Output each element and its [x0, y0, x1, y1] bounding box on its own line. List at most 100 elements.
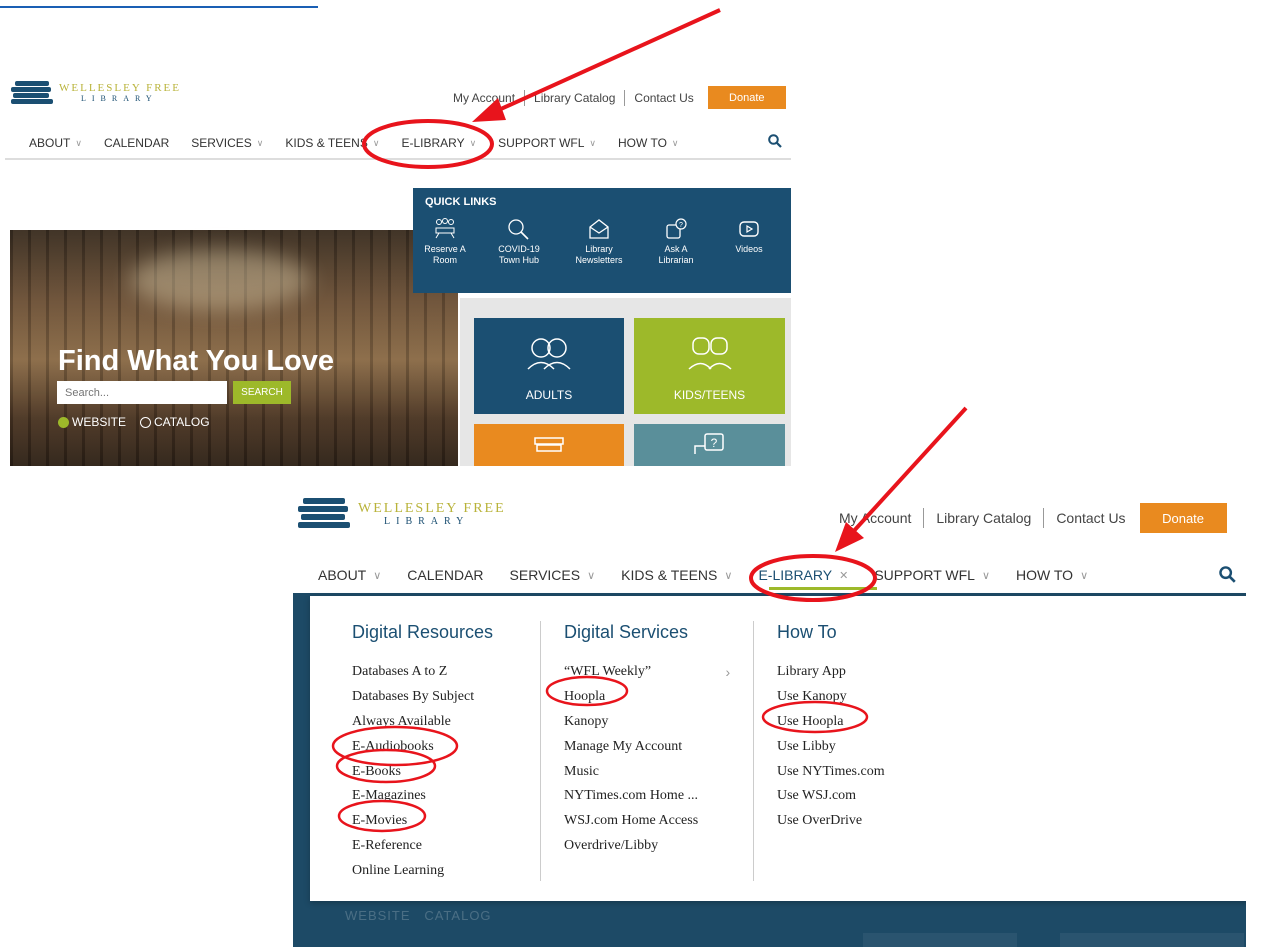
chevron-down-icon: ∨	[372, 137, 380, 148]
my-account-link[interactable]: My Account	[453, 91, 515, 105]
library-catalog-link[interactable]: Library Catalog	[936, 510, 1031, 526]
menu-item[interactable]: Use Libby	[777, 734, 885, 759]
menu-item[interactable]: Music	[564, 759, 698, 784]
hero-search-input[interactable]	[57, 381, 227, 404]
menu-item[interactable]: Use Hoopla	[777, 710, 885, 735]
book-stack-icon	[298, 498, 350, 532]
column-how-to: How To Library App Use Kanopy Use Hoopla…	[777, 596, 977, 901]
nav-kids-teens[interactable]: KIDS & TEENS ∨	[285, 136, 379, 150]
menu-item[interactable]: Online Learning	[352, 858, 474, 883]
nav-services[interactable]: SERVICES ∨	[510, 567, 596, 583]
chevron-down-icon: ∨	[671, 137, 679, 148]
menu-item[interactable]: Use NYTimes.com	[777, 759, 885, 784]
menu-item[interactable]: Use Kanopy	[777, 685, 885, 710]
nav-calendar[interactable]: CALENDAR	[407, 567, 483, 583]
hero-title: Find What You Love	[58, 345, 335, 377]
ql-line2: Librarian	[658, 255, 694, 266]
column-digital-services: Digital Services “WFL Weekly” › Hoopla Ka…	[564, 596, 744, 901]
ql-line1: Ask A	[664, 244, 688, 254]
column-heading: How To	[777, 622, 837, 642]
donate-button[interactable]: Donate	[1139, 503, 1227, 533]
logo-line2: LIBRARY	[81, 93, 158, 103]
nav-e-library[interactable]: E-LIBRARY ✕	[758, 567, 848, 583]
menu-item[interactable]: E-Books	[352, 759, 474, 784]
envelope-icon	[589, 219, 609, 239]
nav-about[interactable]: ABOUT ∨	[29, 136, 82, 150]
menu-item[interactable]: Use OverDrive	[777, 809, 885, 834]
main-nav: ABOUT ∨ CALENDAR SERVICES ∨ KIDS & TEENS ∨ …	[29, 136, 701, 150]
quick-link-reserve-room[interactable]: Reserve A Room	[415, 218, 475, 267]
nav-support-wfl[interactable]: SUPPORT WFL ∨	[498, 136, 596, 150]
menu-item[interactable]: E-Magazines	[352, 784, 474, 809]
tile-adults[interactable]: ADULTS	[474, 318, 624, 414]
quick-link-covid[interactable]: COVID-19 Town Hub	[489, 218, 549, 267]
my-account-link[interactable]: My Account	[839, 510, 911, 526]
close-icon[interactable]: ✕	[839, 569, 848, 582]
quick-link-newsletters[interactable]: Library Newsletters	[569, 218, 629, 267]
ghost-search-scope-text: WEBSITE CATALOG	[345, 908, 492, 923]
menu-item[interactable]: Databases By Subject	[352, 685, 474, 710]
menu-item[interactable]: Always Available	[352, 710, 474, 735]
nav-label: KIDS & TEENS	[285, 136, 368, 150]
site-logo[interactable]: WELLESLEY FREE LIBRARY	[298, 498, 506, 532]
menu-item[interactable]: “WFL Weekly” ›	[564, 660, 730, 685]
menu-item[interactable]: Hoopla	[564, 685, 698, 710]
menu-item[interactable]: Overdrive/Libby	[564, 834, 698, 859]
ql-line1: Library	[585, 244, 613, 254]
nav-support-wfl[interactable]: SUPPORT WFL ∨	[874, 567, 990, 583]
radio-website[interactable]	[58, 416, 69, 428]
logo-line1: WELLESLEY FREE	[59, 82, 181, 95]
contact-us-link[interactable]: Contact Us	[1056, 510, 1125, 526]
donate-button[interactable]: Donate	[707, 86, 786, 109]
tile-books[interactable]	[474, 424, 624, 466]
nav-kids-teens[interactable]: KIDS & TEENS ∨	[621, 567, 732, 583]
tile-ask[interactable]: ?	[634, 424, 785, 466]
menu-list: Library App Use Kanopy Use Hoopla Use Li…	[777, 660, 885, 834]
radio-catalog-label: CATALOG	[154, 415, 210, 429]
menu-item[interactable]: Kanopy	[564, 710, 698, 735]
ql-line2: Town Hub	[498, 255, 540, 266]
svg-text:?: ?	[679, 222, 683, 229]
menu-item[interactable]: Use WSJ.com	[777, 784, 885, 809]
nav-calendar[interactable]: CALENDAR	[104, 136, 169, 150]
nav-label: CALENDAR	[103, 136, 170, 150]
hero-banner: Find What You Love SEARCH WEBSITE CATALO…	[10, 230, 458, 466]
menu-item[interactable]: WSJ.com Home Access	[564, 809, 698, 834]
hero-search-button[interactable]: SEARCH	[233, 381, 291, 404]
site-logo[interactable]: WELLESLEY FREE LIBRARY	[11, 81, 181, 105]
ql-line2: Room	[432, 255, 457, 266]
menu-item[interactable]: Databases A to Z	[352, 660, 474, 685]
menu-item[interactable]: NYTimes.com Home ...	[564, 784, 698, 809]
nav-about[interactable]: ABOUT ∨	[318, 567, 381, 583]
quick-link-videos[interactable]: Videos	[719, 218, 779, 255]
search-icon[interactable]	[1219, 566, 1236, 583]
menu-item[interactable]: Manage My Account	[564, 734, 698, 759]
menu-item[interactable]: E-Movies	[352, 809, 474, 834]
radio-catalog[interactable]	[140, 416, 152, 428]
nav-e-library[interactable]: E-LIBRARY ∨	[401, 136, 476, 150]
nav-how-to[interactable]: HOW TO ∨	[618, 136, 678, 150]
ghost-tile	[1060, 933, 1244, 947]
chevron-down-icon: ∨	[724, 569, 733, 582]
ql-line1: Reserve A	[424, 244, 466, 254]
active-nav-indicator	[769, 587, 877, 590]
nav-label: SUPPORT WFL	[498, 136, 585, 150]
menu-list: “WFL Weekly” › Hoopla Kanopy Manage My Ac…	[564, 660, 730, 859]
library-catalog-link[interactable]: Library Catalog	[534, 91, 615, 105]
menu-item[interactable]: E-Audiobooks	[352, 734, 474, 759]
contact-us-link[interactable]: Contact Us	[634, 91, 693, 105]
nav-label: SERVICES	[509, 567, 581, 583]
menu-item[interactable]: Library App	[777, 660, 885, 685]
nav-services[interactable]: SERVICES ∨	[191, 136, 263, 150]
tile-kids-teens[interactable]: KIDS/TEENS	[634, 318, 785, 414]
search-icon[interactable]	[768, 134, 782, 148]
radio-website-label: WEBSITE	[72, 415, 127, 429]
nav-label: E-LIBRARY	[401, 136, 465, 150]
nav-how-to[interactable]: HOW TO ∨	[1016, 567, 1088, 583]
divider	[923, 508, 925, 528]
screenshot-expanded-e-library-menu: WELLESLEY FREE LIBRARY My Account Librar…	[293, 488, 1246, 947]
quick-link-ask-librarian[interactable]: ? Ask A Librarian	[646, 218, 706, 267]
menu-item[interactable]: E-Reference	[352, 834, 474, 859]
logo-text: WELLESLEY FREE LIBRARY	[59, 82, 181, 103]
nav-label: HOW TO	[1016, 567, 1074, 583]
